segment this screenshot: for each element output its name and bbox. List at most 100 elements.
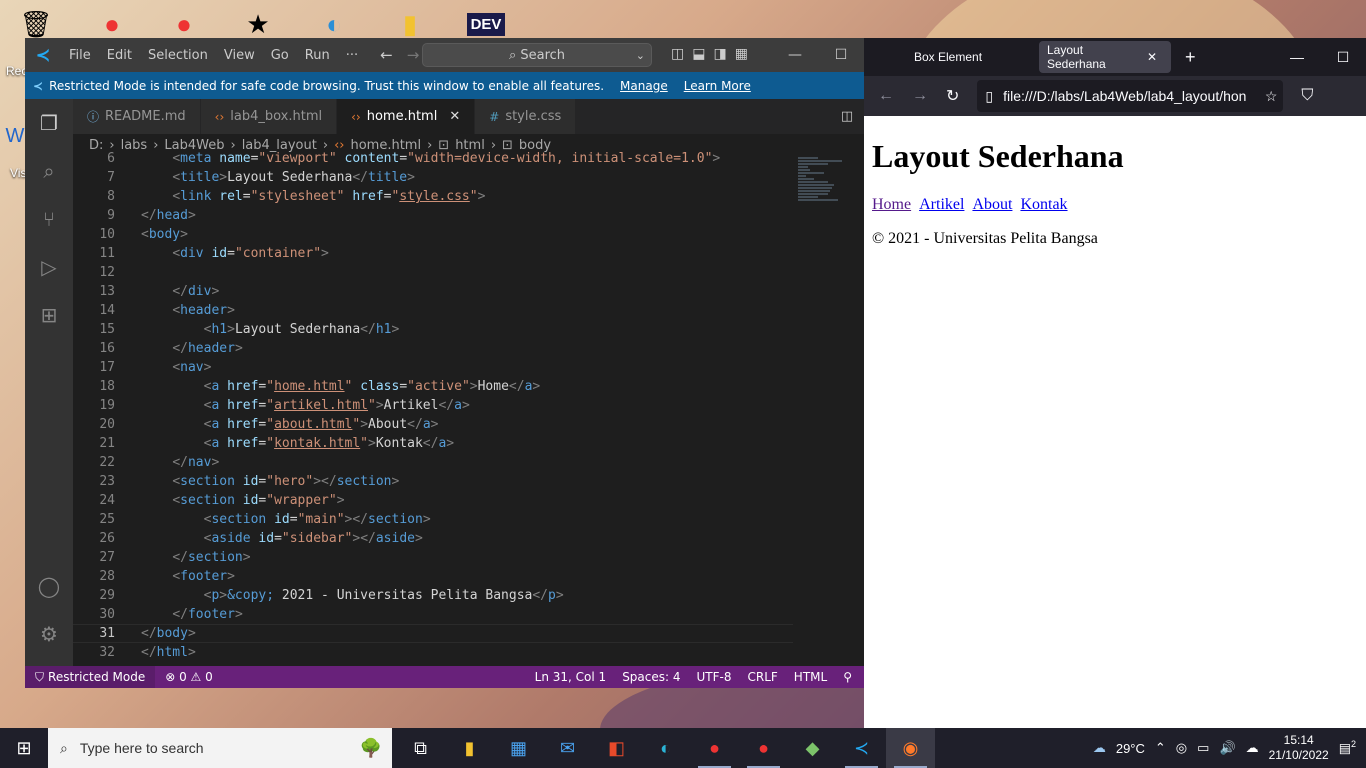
menu-view[interactable]: View [216, 48, 263, 63]
taskbar-search[interactable]: ⌕ Type here to search 🌳 [48, 728, 392, 768]
task-view-icon[interactable]: ⧉ [396, 728, 445, 768]
edge-desktop-icon[interactable]: ◐ [310, 6, 358, 42]
back-arrow-icon[interactable]: ← [380, 46, 393, 64]
url-bar[interactable]: ▯ file:///D:/labs/Lab4Web/lab4_layout/ho… [977, 80, 1284, 112]
nav-link-home[interactable]: Home [872, 196, 911, 213]
vscode-icon[interactable]: ≺ [837, 728, 886, 768]
code-line[interactable]: 30 </footer> [73, 605, 793, 624]
banner-manage-link[interactable]: Manage [620, 79, 668, 93]
nav-link-about[interactable]: About [972, 196, 1012, 213]
minimap[interactable] [798, 156, 858, 226]
feedback-icon[interactable]: ⚲ [843, 670, 852, 684]
code-line[interactable]: 14 <header> [73, 301, 793, 320]
reload-icon[interactable]: ↻ [946, 86, 959, 106]
weather-temp[interactable]: 29°C [1116, 741, 1145, 756]
dev-desktop-icon[interactable]: DEV [462, 6, 510, 42]
store-icon[interactable]: ▦ [494, 728, 543, 768]
chrome-desktop-icon[interactable]: ● [88, 6, 136, 42]
toggle-sidebar-icon[interactable]: ◫ [671, 46, 684, 62]
encoding[interactable]: UTF-8 [697, 670, 732, 684]
problems-indicator[interactable]: ⊗ 0 ⚠ 0 [155, 670, 223, 684]
language-mode[interactable]: HTML [794, 670, 827, 684]
maximize-icon[interactable]: ☐ [1320, 49, 1366, 66]
mail-icon[interactable]: ✉ [543, 728, 592, 768]
tab-readme[interactable]: ⓘ README.md [73, 99, 201, 134]
gear-icon[interactable]: ⚙ [25, 610, 73, 658]
tab-home-html[interactable]: ‹› home.html ✕ [337, 99, 476, 134]
recycle-bin-icon[interactable]: 🗑 [12, 6, 60, 42]
new-tab-icon[interactable]: + [1185, 47, 1196, 68]
explorer-icon[interactable]: ❐ [25, 99, 73, 147]
command-center-search[interactable]: ⌕ Search ⌄ [422, 43, 652, 67]
code-line[interactable]: 21 <a href="kontak.html">Kontak</a> [73, 434, 793, 453]
code-line[interactable]: 9 </head> [73, 206, 793, 225]
code-line[interactable]: 13 </div> [73, 282, 793, 301]
code-line[interactable]: 17 <nav> [73, 358, 793, 377]
windows-start-icon[interactable]: ⊞ [0, 728, 48, 768]
game-desktop-icon[interactable]: ★ [234, 6, 282, 42]
chevron-up-icon[interactable]: ⌃ [1155, 740, 1166, 756]
close-icon[interactable]: ✕ [1147, 50, 1157, 64]
toggle-panel-icon[interactable]: ⬓ [692, 46, 705, 62]
code-line[interactable]: 10 <body> [73, 225, 793, 244]
volume-icon[interactable]: 🔊 [1219, 740, 1235, 756]
chrome-profile-icon[interactable]: ● [739, 728, 788, 768]
code-line[interactable]: 28 <footer> [73, 567, 793, 586]
menu-more[interactable]: ··· [338, 48, 366, 63]
code-line[interactable]: 6 <meta name="viewport" content="width=d… [73, 149, 793, 168]
code-line[interactable]: 25 <section id="main"></section> [73, 510, 793, 529]
close-icon[interactable]: ✕ [449, 109, 460, 124]
code-line[interactable]: 23 <section id="hero"></section> [73, 472, 793, 491]
chrome-desktop-icon-2[interactable]: ● [160, 6, 208, 42]
code-line[interactable]: 18 <a href="home.html" class="active">Ho… [73, 377, 793, 396]
run-debug-icon[interactable]: ▷ [25, 243, 73, 291]
chrome-icon[interactable]: ● [690, 728, 739, 768]
code-line[interactable]: 26 <aside id="sidebar"></aside> [73, 529, 793, 548]
code-line[interactable]: 15 <h1>Layout Sederhana</h1> [73, 320, 793, 339]
customize-layout-icon[interactable]: ▦ [735, 46, 748, 62]
code-line[interactable]: 19 <a href="artikel.html">Artikel</a> [73, 396, 793, 415]
firefox-icon[interactable]: ◉ [886, 728, 935, 768]
line-ending[interactable]: CRLF [747, 670, 777, 684]
notification-icon[interactable]: ▤2 [1339, 739, 1356, 756]
menu-selection[interactable]: Selection [140, 48, 216, 63]
cursor-position[interactable]: Ln 31, Col 1 [535, 670, 607, 684]
split-editor-icon[interactable]: ◫ [830, 99, 864, 134]
minimize-icon[interactable]: — [772, 38, 818, 72]
onedrive-icon[interactable]: ☁ [1246, 740, 1259, 756]
restricted-mode-indicator[interactable]: ⛉ Restricted Mode [25, 666, 156, 688]
tab-style-css[interactable]: # style.css [475, 99, 577, 134]
battery-icon[interactable]: ▭ [1197, 740, 1209, 756]
menu-edit[interactable]: Edit [99, 48, 140, 63]
folder-desktop-icon[interactable]: ▮ [386, 6, 434, 42]
code-line[interactable]: 11 <div id="container"> [73, 244, 793, 263]
pocket-icon[interactable]: ⛉ [1301, 87, 1313, 105]
code-line[interactable]: 27 </section> [73, 548, 793, 567]
code-line[interactable]: 20 <a href="about.html">About</a> [73, 415, 793, 434]
menu-run[interactable]: Run [297, 48, 338, 63]
indentation[interactable]: Spaces: 4 [622, 670, 680, 684]
office-icon[interactable]: ◧ [592, 728, 641, 768]
file-explorer-icon[interactable]: ▮ [445, 728, 494, 768]
minimize-icon[interactable]: — [1274, 49, 1320, 66]
clock[interactable]: 15:14 21/10/2022 [1269, 733, 1329, 763]
edge-icon[interactable]: ◐ [641, 728, 690, 768]
meet-now-icon[interactable]: ◎ [1176, 740, 1187, 756]
banner-learn-more-link[interactable]: Learn More [684, 79, 751, 93]
code-line[interactable]: 32 </html> [73, 643, 793, 659]
menu-go[interactable]: Go [263, 48, 297, 63]
git-icon[interactable]: ◆ [788, 728, 837, 768]
bookmark-star-icon[interactable]: ☆ [1265, 88, 1284, 105]
code-line[interactable]: 8 <link rel="stylesheet" href="style.css… [73, 187, 793, 206]
toggle-secondary-sidebar-icon[interactable]: ◨ [713, 46, 726, 62]
code-editor[interactable]: 6 <meta name="viewport" content="width=d… [73, 149, 793, 659]
source-control-icon[interactable]: ⑂ [25, 195, 73, 243]
tab-box-element[interactable]: Box Element [864, 38, 1039, 76]
forward-arrow-icon[interactable]: → [912, 87, 928, 105]
nav-link-artikel[interactable]: Artikel [919, 196, 964, 213]
code-line[interactable]: 12 [73, 263, 793, 282]
forward-arrow-icon[interactable]: → [407, 46, 420, 64]
code-line[interactable]: 7 <title>Layout Sederhana</title> [73, 168, 793, 187]
code-line[interactable]: 31 </body> [73, 624, 793, 643]
code-line[interactable]: 24 <section id="wrapper"> [73, 491, 793, 510]
